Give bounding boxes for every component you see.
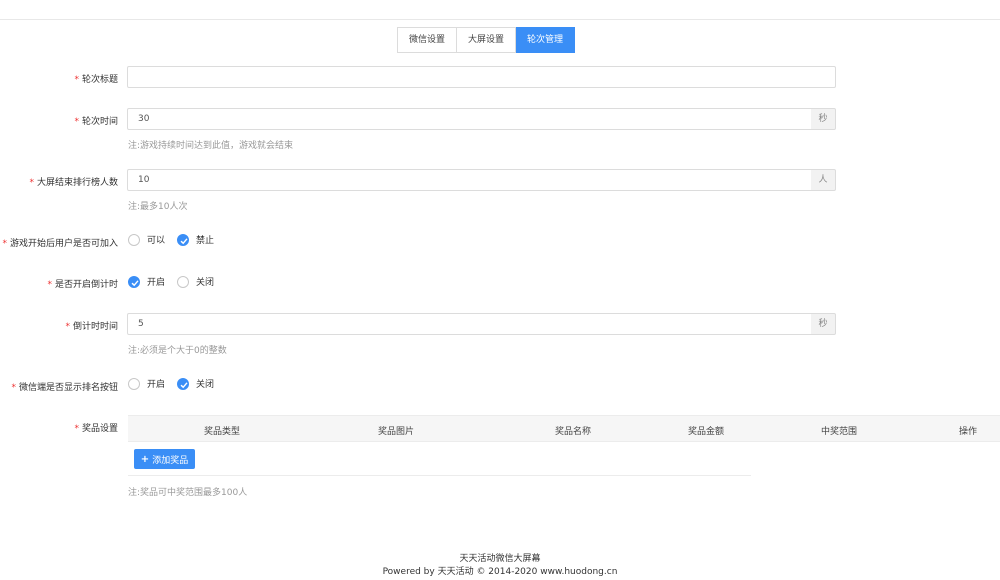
column-prize-image: 奖品图片 <box>377 427 415 437</box>
radio-countdown-off[interactable]: 关闭 <box>177 275 214 288</box>
countdown-time-label: * 倒计时时间 <box>65 322 118 332</box>
prize-table: 奖品类型 奖品图片 奖品名称 奖品金额 中奖范围 操作 + 添加奖品 <box>128 415 1000 476</box>
countdown-time-input[interactable]: 5 <box>127 313 812 335</box>
prizes-note: 注:奖品可中奖范围最多100人 <box>128 488 248 498</box>
required-mark: * <box>74 117 79 127</box>
tab-screen-settings[interactable]: 大屏设置 <box>457 27 517 53</box>
rank-count-label: * 大屏结束排行榜人数 <box>29 178 118 188</box>
tab-round-management[interactable]: 轮次管理 <box>516 27 576 53</box>
radio-rank-button-on[interactable]: 开启 <box>128 377 165 390</box>
radio-rank-button-off[interactable]: 关闭 <box>177 377 214 390</box>
prize-table-header: 奖品类型 奖品图片 奖品名称 奖品金额 中奖范围 操作 <box>128 415 1000 442</box>
required-mark: * <box>65 322 70 332</box>
radio-unchecked-icon <box>128 233 140 246</box>
prizes-label: * 奖品设置 <box>74 424 118 434</box>
column-win-range: 中奖范围 <box>820 427 858 437</box>
plus-icon: + <box>140 453 150 465</box>
round-title-input[interactable] <box>127 66 836 88</box>
round-time-label: * 轮次时间 <box>74 117 118 127</box>
column-prize-name: 奖品名称 <box>554 427 592 437</box>
wechat-rank-button-radios: 开启 关闭 <box>128 377 226 390</box>
radio-checked-icon <box>177 377 190 390</box>
wechat-rank-button-label: * 微信端是否显示排名按钮 <box>11 383 118 393</box>
countdown-time-note: 注:必须是个大于0的整数 <box>128 346 227 356</box>
top-divider <box>0 19 1000 20</box>
radio-forbid-join[interactable]: 禁止 <box>177 233 214 246</box>
radio-countdown-on[interactable]: 开启 <box>128 275 165 288</box>
radio-checked-icon <box>128 275 140 288</box>
required-mark: * <box>47 280 52 290</box>
column-prize-amount: 奖品金额 <box>687 427 725 437</box>
tab-bar: 微信设置 大屏设置 轮次管理 <box>397 27 576 53</box>
required-mark: * <box>11 383 16 393</box>
countdown-time-unit: 秒 <box>811 313 836 335</box>
join-after-start-radios: 可以 禁止 <box>128 233 226 246</box>
round-time-unit: 秒 <box>811 108 836 130</box>
required-mark: * <box>2 239 7 249</box>
join-after-start-label: * 游戏开始后用户是否可加入 <box>2 239 118 249</box>
radio-unchecked-icon <box>177 275 190 288</box>
column-prize-type: 奖品类型 <box>203 427 241 437</box>
add-prize-button[interactable]: + 添加奖品 <box>134 449 195 469</box>
tab-wechat-settings[interactable]: 微信设置 <box>397 27 458 53</box>
radio-unchecked-icon <box>128 377 140 390</box>
required-mark: * <box>74 424 79 434</box>
radio-allow-join[interactable]: 可以 <box>128 233 165 246</box>
radio-checked-icon <box>177 233 190 246</box>
rank-count-note: 注:最多10人次 <box>128 202 188 212</box>
rank-count-unit: 人 <box>811 169 836 191</box>
footer-title: 天天活动微信大屏幕 <box>459 554 541 564</box>
required-mark: * <box>74 75 79 85</box>
round-time-note: 注:游戏持续时间达到此值，游戏就会结束 <box>128 141 294 151</box>
footer-copyright: Powered by 天天活动 © 2014-2020 www.huodong.… <box>382 567 618 577</box>
round-title-label: * 轮次标题 <box>74 75 118 85</box>
round-time-input[interactable]: 30 <box>127 108 812 130</box>
countdown-enabled-radios: 开启 关闭 <box>128 275 226 288</box>
prize-table-body: + 添加奖品 <box>128 442 751 476</box>
rank-count-input[interactable]: 10 <box>127 169 812 191</box>
column-actions: 操作 <box>958 427 978 437</box>
required-mark: * <box>29 178 34 188</box>
countdown-enabled-label: * 是否开启倒计时 <box>47 280 118 290</box>
